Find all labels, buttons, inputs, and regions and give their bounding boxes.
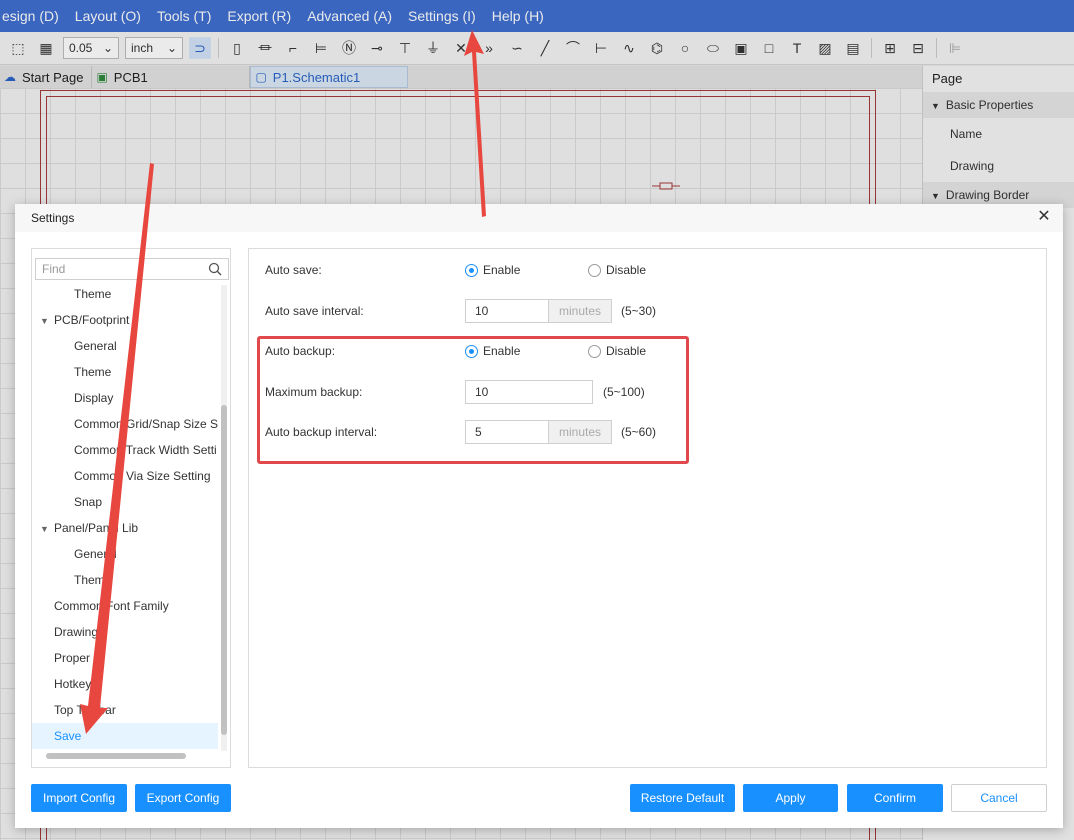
restore-default-button[interactable]: Restore Default	[630, 784, 735, 812]
horizontal-scrollbar[interactable]	[46, 753, 186, 759]
settings-tree-panel: Theme ▼PCB/Footprint General Theme Displ…	[31, 248, 231, 768]
auto-backup-row: Auto backup: Enable Disable	[265, 339, 1025, 363]
tree-item-common-grid-snap-size[interactable]: Common Grid/Snap Size S	[32, 411, 218, 437]
tree-item-properties[interactable]: Proper	[32, 645, 218, 671]
tree-item-common-track-width[interactable]: Common Track Width Setti	[32, 437, 218, 463]
caret-down-icon[interactable]: ▼	[40, 308, 54, 333]
tree-item-panel-lib[interactable]: ▼ Panel/Panel Lib	[32, 515, 218, 541]
auto-save-enable-radio[interactable]: Enable	[465, 263, 520, 277]
tree-item-label: Snap	[74, 495, 103, 509]
auto-backup-interval-range: (5~60)	[621, 425, 657, 439]
radio-unchecked-icon	[588, 263, 601, 277]
tree-item-label: General	[74, 339, 117, 353]
tree-item-label: PCB/Footprint	[54, 313, 130, 327]
dialog-title: Settings	[31, 211, 75, 225]
minutes-unit: minutes	[548, 300, 611, 322]
auto-save-label: Auto save:	[265, 263, 322, 277]
radio-checked-icon	[465, 344, 478, 358]
auto-save-interval-label: Auto save interval:	[265, 304, 364, 318]
auto-save-interval-value: 10	[475, 304, 489, 318]
auto-save-interval-row: Auto save interval: 10 minutes (5~30)	[265, 299, 1025, 323]
tree-item-label: Common Via Size Setting	[74, 469, 211, 483]
radio-label: Disable	[606, 344, 647, 358]
maximum-backup-label: Maximum backup:	[265, 385, 363, 399]
close-icon[interactable]: ✕	[1035, 208, 1053, 226]
tree-item-label: Drawing	[54, 625, 99, 639]
tree-item-theme[interactable]: Theme	[32, 281, 218, 307]
tree-item-general[interactable]: General	[32, 333, 218, 359]
tree-item-snap[interactable]: Snap	[32, 489, 218, 515]
tree-item-label: Top Toolbar	[54, 703, 116, 717]
tree-item-drawing[interactable]: Drawing	[32, 619, 218, 645]
maximum-backup-input[interactable]: 10	[465, 380, 593, 404]
tree-item-label: Common Track Width Setti	[74, 443, 217, 457]
tree-item-hotkey[interactable]: Hotkey	[32, 671, 218, 697]
settings-dialog: Settings ✕ Theme ▼PCB/Footprint General …	[15, 204, 1063, 828]
caret-down-icon[interactable]: ▼	[40, 516, 54, 541]
settings-tree: Theme ▼ PCB/Footprint General Theme Displ…	[32, 281, 218, 751]
radio-checked-icon	[465, 263, 478, 277]
auto-backup-label: Auto backup:	[265, 344, 336, 358]
vertical-scrollbar[interactable]	[221, 405, 227, 735]
save-settings-panel: Auto save: Enable Disable Auto save inte…	[248, 248, 1047, 768]
tree-item-label: Theme	[74, 287, 112, 301]
radio-label: Disable	[606, 263, 647, 277]
auto-save-disable-radio[interactable]: Disable	[588, 263, 646, 277]
auto-backup-interval-label: Auto backup interval:	[265, 425, 378, 439]
radio-label: Enable	[483, 263, 521, 277]
tree-item-label: Common Grid/Snap Size S	[74, 417, 218, 431]
maximum-backup-range: (5~100)	[603, 385, 645, 399]
tree-item-label: Save	[54, 729, 82, 743]
auto-backup-interval-input[interactable]: 5 minutes	[465, 420, 612, 444]
find-input[interactable]	[36, 259, 196, 279]
tree-item-save[interactable]: Save	[32, 723, 218, 749]
tree-item-label: Theme	[74, 573, 112, 587]
tree-item-label: Common Font Family	[54, 599, 169, 613]
minutes-unit: minutes	[548, 421, 611, 443]
cancel-button[interactable]: Cancel	[951, 784, 1047, 812]
export-config-button[interactable]: Export Config	[135, 784, 231, 812]
tree-item-display[interactable]: Display	[32, 385, 218, 411]
search-icon[interactable]	[208, 262, 222, 276]
tree-item-theme[interactable]: Theme	[32, 359, 218, 385]
tree-item-label: Hotkey	[54, 677, 92, 691]
dialog-header: Settings ✕	[15, 204, 1063, 232]
import-config-button[interactable]: Import Config	[31, 784, 127, 812]
tree-item-label: Panel/Panel Lib	[54, 521, 139, 535]
find-field[interactable]	[35, 258, 229, 280]
auto-backup-interval-row: Auto backup interval: 5 minutes (5~60)	[265, 420, 1025, 444]
auto-backup-disable-radio[interactable]: Disable	[588, 344, 646, 358]
radio-unchecked-icon	[588, 344, 601, 358]
tree-item-label: Proper	[54, 651, 91, 665]
tree-item-common-via-size[interactable]: Common Via Size Setting	[32, 463, 218, 489]
auto-save-interval-input[interactable]: 10 minutes	[465, 299, 612, 323]
tree-item-theme[interactable]: Theme	[32, 567, 218, 593]
auto-backup-enable-radio[interactable]: Enable	[465, 344, 520, 358]
apply-button[interactable]: Apply	[743, 784, 838, 812]
confirm-button[interactable]: Confirm	[847, 784, 943, 812]
maximum-backup-row: Maximum backup: 10 (5~100)	[265, 380, 1025, 404]
auto-backup-interval-value: 5	[475, 425, 482, 439]
tree-item-top-toolbar[interactable]: Top Toolbar	[32, 697, 218, 723]
auto-save-row: Auto save: Enable Disable	[265, 258, 1025, 282]
radio-label: Enable	[483, 344, 521, 358]
tree-item-pcb-footprint[interactable]: ▼ PCB/Footprint	[32, 307, 218, 333]
tree-item-common-font-family[interactable]: Common Font Family	[32, 593, 218, 619]
auto-save-interval-range: (5~30)	[621, 304, 657, 318]
tree-item-label: General	[74, 547, 117, 561]
tree-item-label: Display	[74, 391, 114, 405]
tree-item-label: Theme	[74, 365, 112, 379]
maximum-backup-value: 10	[475, 385, 489, 399]
tree-item-general[interactable]: General	[32, 541, 218, 567]
